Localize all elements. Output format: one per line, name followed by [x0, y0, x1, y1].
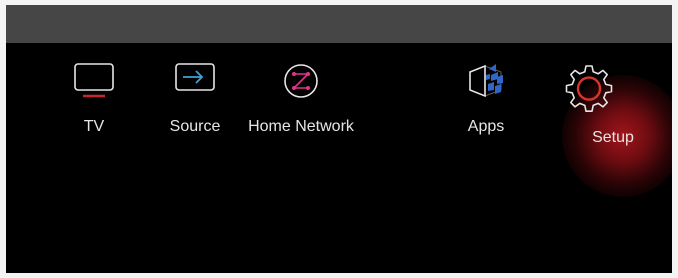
gear-icon	[564, 63, 614, 113]
menu-item-source[interactable]: Source	[135, 60, 255, 170]
menu-item-label: Setup	[592, 129, 634, 146]
apps-icon	[464, 60, 508, 102]
menu-item-setup[interactable]: Setup	[528, 55, 672, 205]
menu-item-home-network[interactable]: Home Network	[241, 60, 361, 170]
home-network-icon	[279, 60, 323, 102]
tv-icon	[72, 60, 116, 102]
menu-item-label: Home Network	[248, 118, 354, 135]
source-icon	[173, 60, 217, 102]
top-bar	[6, 5, 672, 43]
menu-item-label: Source	[169, 118, 221, 135]
tv-home-screen: TV Source Home Network Apps Setup	[6, 5, 672, 273]
